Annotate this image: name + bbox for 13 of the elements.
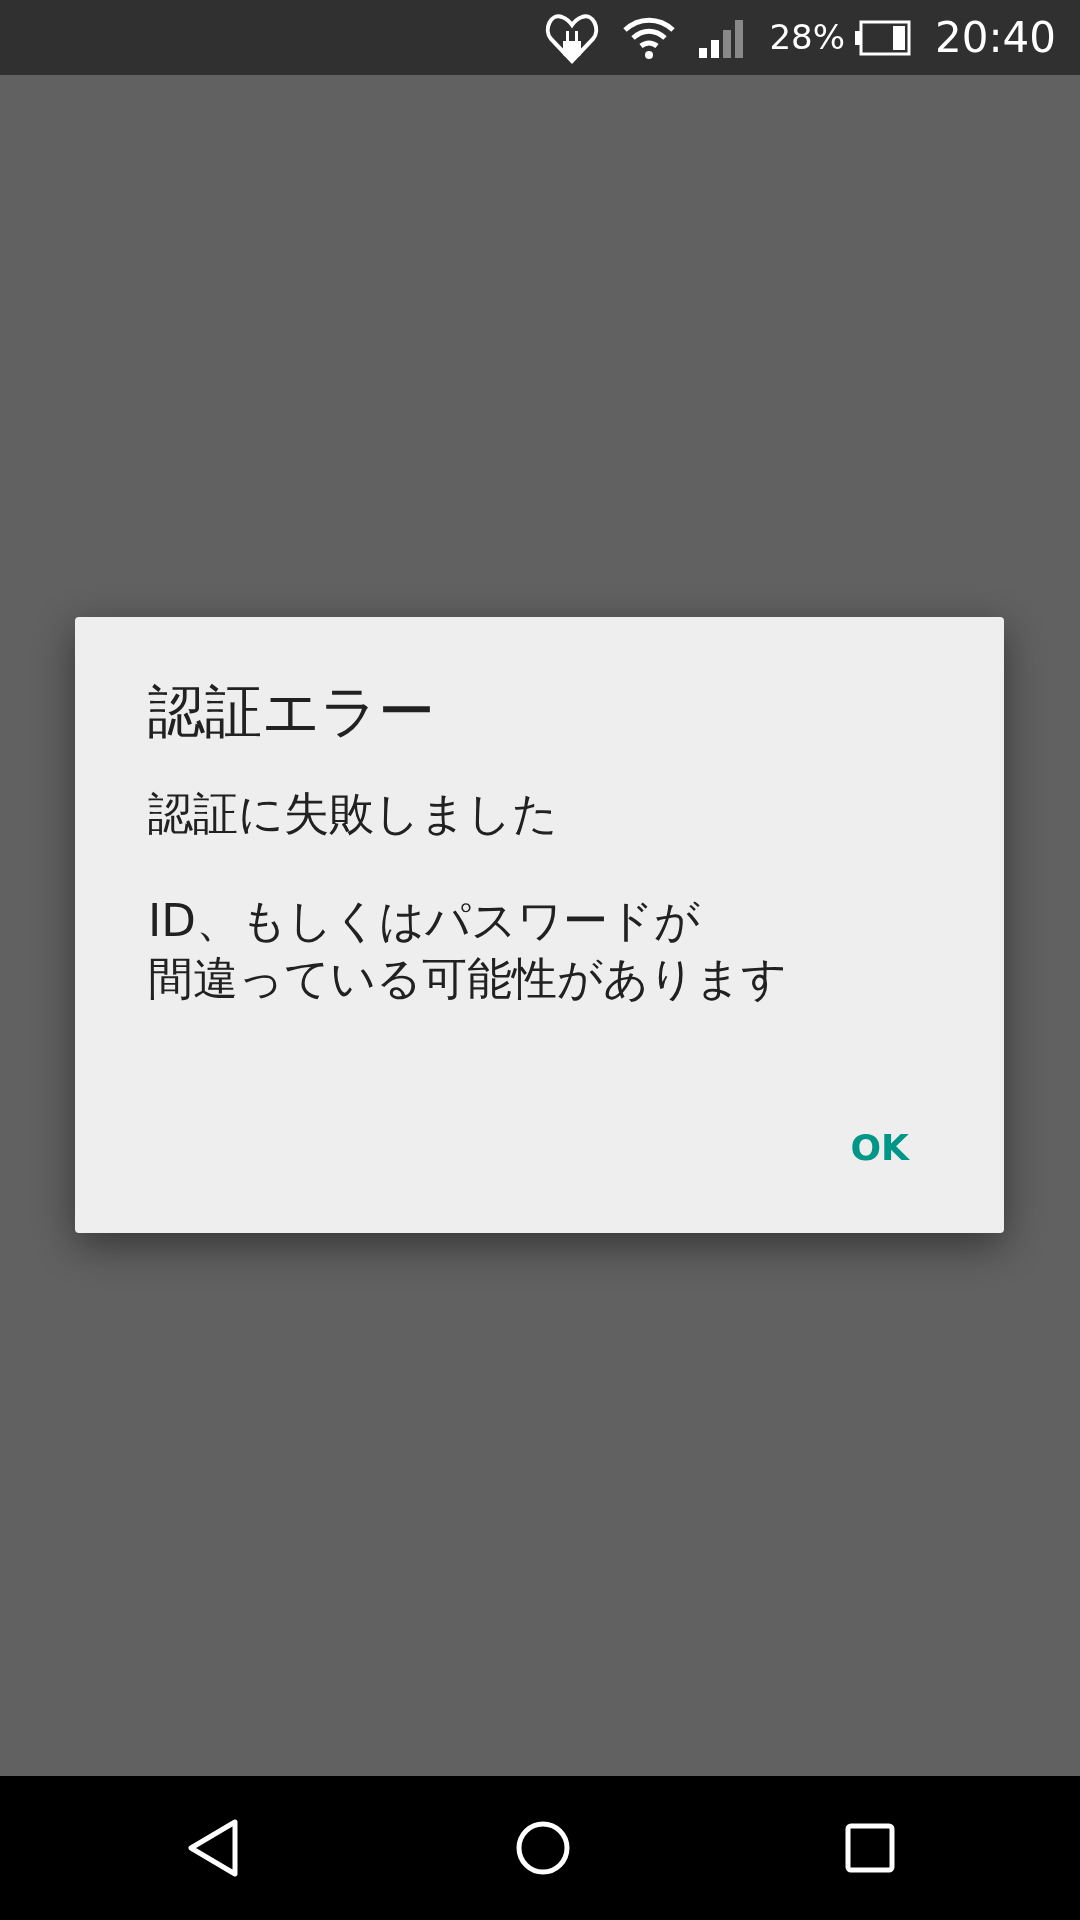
battery-percent: 28% [769, 16, 845, 59]
signal-icon [699, 17, 746, 58]
ok-button[interactable]: OK [828, 1113, 931, 1183]
battery-icon [852, 19, 911, 56]
home-icon[interactable] [515, 1820, 571, 1876]
dialog-message: ID、もしくはパスワードが [148, 892, 700, 949]
recents-icon[interactable] [845, 1823, 895, 1873]
wifi-icon [623, 15, 676, 60]
dialog-title: 認証エラー [148, 677, 436, 746]
dialog-message: 認証に失敗しました [148, 786, 558, 843]
clock-time: 20:40 [934, 12, 1056, 64]
dialog-message: 間違っている可能性があります [148, 951, 787, 1008]
back-icon[interactable] [185, 1818, 241, 1878]
